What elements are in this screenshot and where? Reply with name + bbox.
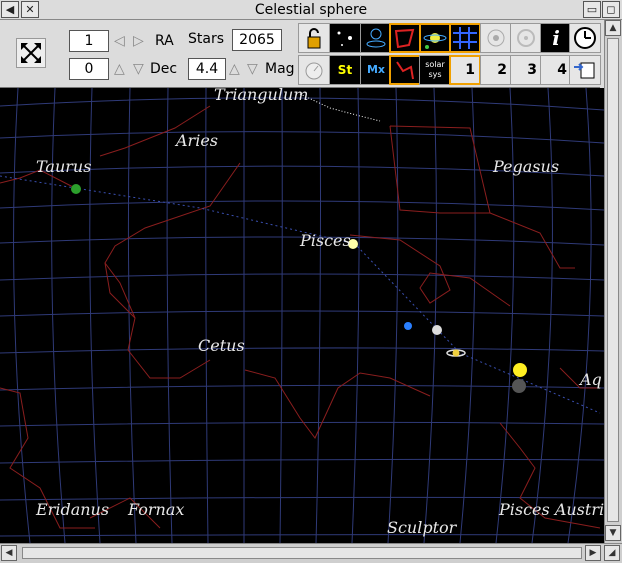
ring-icon xyxy=(517,29,535,47)
fullscreen-button[interactable] xyxy=(16,38,46,68)
scroll-up-icon[interactable]: ▲ xyxy=(605,20,621,36)
dec-label: Dec xyxy=(150,61,178,77)
nebula-icon xyxy=(366,28,386,48)
stars-button[interactable] xyxy=(329,23,361,53)
planets-button[interactable] xyxy=(419,23,451,53)
page-1-icon: 1 xyxy=(465,62,475,78)
constellation-icon xyxy=(394,28,415,49)
ra-left-arrow-icon[interactable]: ◁ xyxy=(114,31,125,51)
info-button[interactable]: i xyxy=(540,23,572,53)
horizontal-scroll-thumb[interactable] xyxy=(22,547,582,559)
deep-sky-button[interactable] xyxy=(360,23,392,53)
mag-label: Mag xyxy=(265,61,295,77)
label-aries: Aries xyxy=(174,131,218,150)
label-pisces-austrinus: Pisces Austrinus xyxy=(498,500,604,519)
page-4-icon: 4 xyxy=(557,62,567,78)
lock-button[interactable] xyxy=(298,23,330,53)
sky-chart[interactable]: Triangulum Aries Taurus Pegasus Pisces C… xyxy=(0,88,604,543)
vertical-scroll-thumb[interactable] xyxy=(607,38,619,522)
resize-handle-icon[interactable]: ◢ xyxy=(604,545,620,561)
page-2-button[interactable]: 2 xyxy=(480,55,512,85)
grid-icon xyxy=(453,27,477,49)
mag-down-arrow-icon[interactable]: ▽ xyxy=(247,59,258,79)
label-sculptor: Sculptor xyxy=(387,518,458,537)
back-icon[interactable]: ◀ xyxy=(1,1,19,18)
close-icon[interactable]: ✕ xyxy=(21,1,39,18)
export-button[interactable] xyxy=(569,55,601,85)
moon-marker xyxy=(512,379,526,393)
saturn-marker xyxy=(452,349,460,357)
title-bar[interactable]: ◀ ✕ Celestial sphere ▭ ◻ xyxy=(0,0,622,20)
dec-input[interactable]: 0 xyxy=(69,58,109,80)
label-fornax: Fornax xyxy=(127,500,184,519)
solar-system-icon: solar sys xyxy=(425,60,445,79)
target-button[interactable] xyxy=(480,23,512,53)
mars-marker xyxy=(71,184,81,194)
iconize-icon[interactable]: ▭ xyxy=(583,1,601,18)
target-icon xyxy=(487,29,505,47)
dec-up-arrow-icon[interactable]: △ xyxy=(114,59,125,79)
planets xyxy=(71,184,527,393)
label-triangulum: Triangulum xyxy=(214,88,308,104)
page-2-icon: 2 xyxy=(497,62,507,78)
scroll-left-icon[interactable]: ◀ xyxy=(1,545,17,561)
constellation-names-button[interactable] xyxy=(389,55,421,85)
label-aquarius: Aq xyxy=(578,370,602,389)
star-names-button[interactable]: St xyxy=(329,55,361,85)
star-label-icon: St xyxy=(337,63,353,77)
stars-icon xyxy=(337,31,352,46)
time-step-button[interactable] xyxy=(298,55,330,85)
info-icon: i xyxy=(552,26,560,50)
sky-map[interactable]: Triangulum Aries Taurus Pegasus Pisces C… xyxy=(0,88,604,543)
page-1-button[interactable]: 1 xyxy=(449,55,481,85)
uranus-marker xyxy=(432,325,442,335)
circle-button[interactable] xyxy=(510,23,542,53)
mag-up-arrow-icon[interactable]: △ xyxy=(229,59,240,79)
horizontal-scrollbar[interactable]: ◀ ▶ ◢ xyxy=(0,543,622,563)
label-eridanus: Eridanus xyxy=(35,500,109,519)
constellation-name-icon xyxy=(396,61,414,80)
label-pegasus: Pegasus xyxy=(492,157,559,176)
solar-system-button[interactable]: solar sys xyxy=(419,55,451,85)
page-3-icon: 3 xyxy=(527,62,537,78)
window-title: Celestial sphere xyxy=(254,2,368,18)
stars-label: Stars xyxy=(188,31,225,47)
expand-icon xyxy=(21,43,41,63)
messier-icon: Mx xyxy=(366,63,386,76)
clock-button[interactable] xyxy=(569,23,601,53)
scroll-down-icon[interactable]: ▼ xyxy=(605,525,621,541)
stars-count: 2065 xyxy=(232,29,282,51)
grid-button[interactable] xyxy=(449,23,481,53)
clock-icon xyxy=(574,27,596,49)
toggle-size-icon[interactable]: ◻ xyxy=(602,1,620,18)
label-taurus: Taurus xyxy=(36,157,91,176)
constellation-lines-button[interactable] xyxy=(389,23,421,53)
magnitude-input[interactable]: 4.4 xyxy=(188,58,226,80)
ra-input[interactable]: 1 xyxy=(69,30,109,52)
sun-marker xyxy=(513,363,527,377)
ra-right-arrow-icon[interactable]: ▷ xyxy=(133,31,144,51)
messier-button[interactable]: Mx xyxy=(360,55,392,85)
ra-label: RA xyxy=(155,33,174,49)
padlock-icon xyxy=(307,28,321,49)
dec-down-arrow-icon[interactable]: ▽ xyxy=(133,59,144,79)
planet-icon xyxy=(423,33,447,49)
scroll-right-icon[interactable]: ▶ xyxy=(585,545,601,561)
neptune-marker xyxy=(404,322,412,330)
toolbar: 1 ◁ ▷ RA 0 △ ▽ Dec Stars 2065 4.4 △ ▽ Ma… xyxy=(0,20,601,88)
stopwatch-icon xyxy=(305,62,323,80)
page-3-button[interactable]: 3 xyxy=(510,55,542,85)
vertical-scrollbar[interactable]: ▲ ▼ xyxy=(604,20,622,543)
page-4-button[interactable]: 4 xyxy=(540,55,572,85)
label-cetus: Cetus xyxy=(198,336,245,355)
export-icon xyxy=(574,62,595,79)
label-pisces: Pisces xyxy=(299,231,351,250)
